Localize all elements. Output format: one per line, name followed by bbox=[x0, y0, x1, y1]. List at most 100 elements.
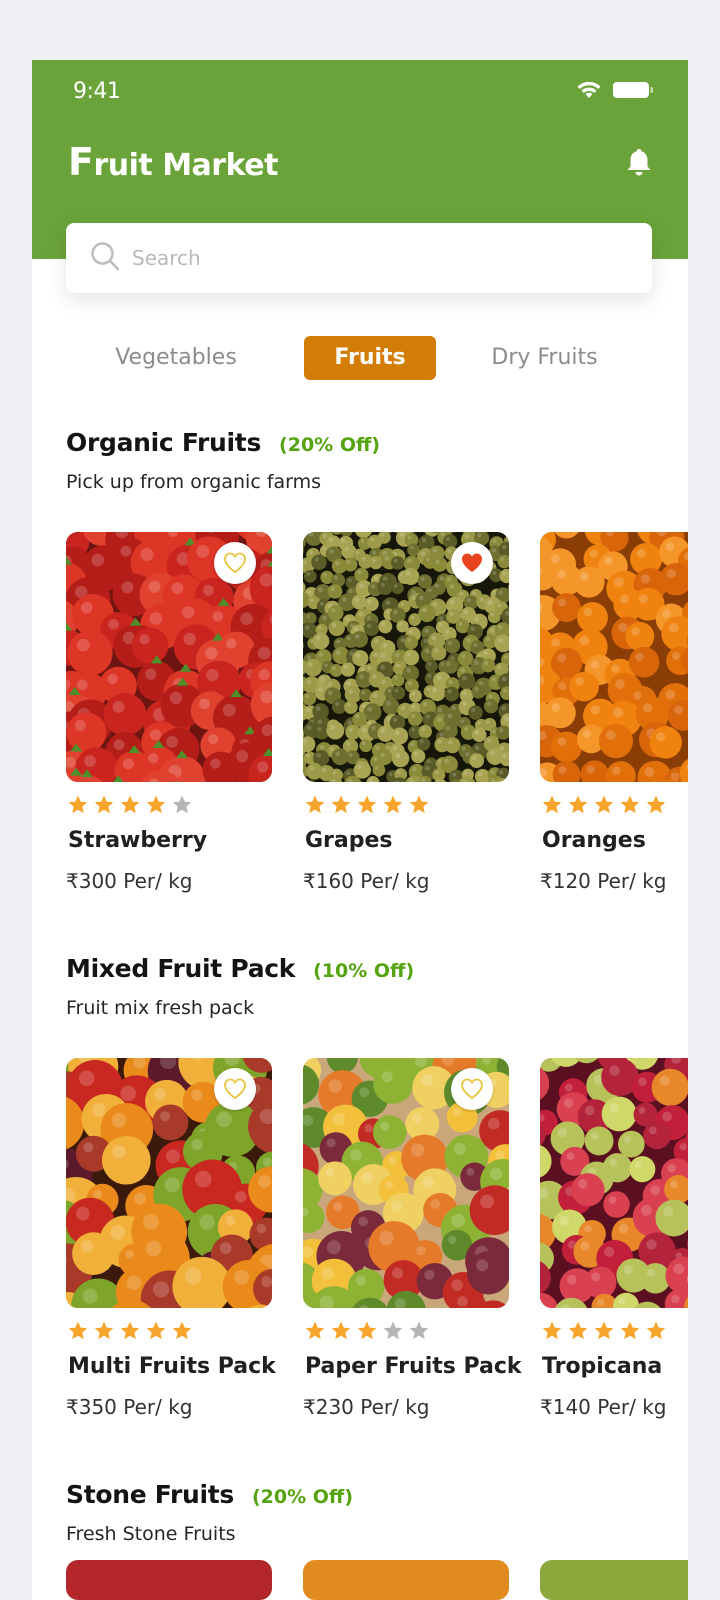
tab-dry-fruits[interactable]: Dry Fruits bbox=[462, 336, 627, 380]
search-input[interactable] bbox=[132, 246, 612, 270]
section-title-row: Organic Fruits (20% Off) bbox=[66, 428, 688, 457]
favorite-heart-icon[interactable] bbox=[214, 542, 256, 584]
notification-bell-icon[interactable] bbox=[626, 147, 652, 181]
star-icon bbox=[331, 795, 351, 814]
star-icon bbox=[409, 1321, 429, 1340]
product-image-peek[interactable] bbox=[540, 1560, 688, 1600]
star-icon bbox=[383, 795, 403, 814]
product-carousel-organic[interactable]: Strawberry ₹300 Per/ kg Grapes ₹160 Per/… bbox=[32, 532, 688, 912]
favorite-heart-icon[interactable] bbox=[451, 1068, 493, 1110]
product-price: ₹160 Per/ kg bbox=[303, 869, 430, 893]
section-organic-fruits: Organic Fruits (20% Off) Pick up from or… bbox=[66, 428, 688, 493]
product-carousel-stone[interactable] bbox=[32, 1560, 688, 1600]
section-title-row: Stone Fruits (20% Off) bbox=[66, 1480, 688, 1509]
app-title-initial: F bbox=[68, 140, 94, 184]
rating-stars bbox=[303, 794, 509, 818]
product-image-paper-fruits[interactable] bbox=[303, 1058, 509, 1308]
product-card-oranges[interactable]: Oranges ₹120 Per/ kg bbox=[540, 532, 688, 893]
product-name: Strawberry bbox=[68, 828, 208, 853]
section-title: Mixed Fruit Pack bbox=[66, 954, 296, 983]
rating-stars bbox=[540, 794, 688, 818]
star-icon bbox=[542, 795, 562, 814]
product-card-grapes[interactable]: Grapes ₹160 Per/ kg bbox=[303, 532, 509, 893]
star-icon bbox=[383, 1321, 403, 1340]
product-image-oranges[interactable] bbox=[540, 532, 688, 782]
product-image-grapes[interactable] bbox=[303, 532, 509, 782]
product-name: Tropicana bbox=[542, 1354, 663, 1379]
star-icon bbox=[357, 795, 377, 814]
star-icon bbox=[305, 1321, 325, 1340]
favorite-heart-icon[interactable] bbox=[451, 542, 493, 584]
status-icons bbox=[576, 80, 654, 100]
section-subtitle: Fresh Stone Fruits bbox=[66, 1523, 236, 1545]
star-icon bbox=[568, 1321, 588, 1340]
section-title: Organic Fruits bbox=[66, 428, 262, 457]
section-subtitle: Pick up from organic farms bbox=[66, 471, 322, 493]
tab-vegetables[interactable]: Vegetables bbox=[76, 336, 276, 380]
rating-stars bbox=[66, 1320, 272, 1344]
product-card-paper-fruits-pack[interactable]: Paper Fruits Pack ₹230 Per/ kg bbox=[303, 1058, 522, 1419]
product-card-multi-fruits-pack[interactable]: Multi Fruits Pack ₹350 Per/ kg bbox=[66, 1058, 276, 1419]
product-price: ₹140 Per/ kg bbox=[540, 1395, 667, 1419]
star-icon bbox=[357, 1321, 377, 1340]
star-icon bbox=[146, 795, 166, 814]
product-image-peek[interactable] bbox=[66, 1560, 272, 1600]
rating-stars bbox=[66, 794, 272, 818]
product-card-strawberry[interactable]: Strawberry ₹300 Per/ kg bbox=[66, 532, 272, 893]
section-title: Stone Fruits bbox=[66, 1480, 234, 1509]
product-image-tropicana[interactable] bbox=[540, 1058, 688, 1308]
app-screen: 9:41 Fruit Market Search Vegetables Frui… bbox=[32, 60, 688, 1600]
battery-icon bbox=[612, 80, 654, 100]
star-icon bbox=[305, 795, 325, 814]
star-icon bbox=[568, 795, 588, 814]
app-title: Fruit Market bbox=[68, 140, 278, 184]
star-icon bbox=[68, 1321, 88, 1340]
oranges-image bbox=[540, 532, 688, 782]
product-image-peek[interactable] bbox=[303, 1560, 509, 1600]
star-icon bbox=[94, 795, 114, 814]
rating-stars bbox=[303, 1320, 509, 1344]
product-name: Oranges bbox=[542, 828, 646, 853]
discount-badge: (20% Off) bbox=[279, 434, 381, 456]
star-icon bbox=[94, 1321, 114, 1340]
product-image-strawberry[interactable] bbox=[66, 532, 272, 782]
product-name: Paper Fruits Pack bbox=[305, 1354, 522, 1379]
search-bar[interactable] bbox=[66, 223, 652, 293]
star-icon bbox=[146, 1321, 166, 1340]
status-time: 9:41 bbox=[73, 79, 121, 104]
star-icon bbox=[68, 795, 88, 814]
tropical-mix-image bbox=[540, 1058, 688, 1308]
star-icon bbox=[120, 1321, 140, 1340]
section-stone-fruits: Stone Fruits (20% Off) Fresh Stone Fruit… bbox=[66, 1480, 688, 1545]
product-card-tropicana[interactable]: Tropicana ₹140 Per/ kg bbox=[540, 1058, 688, 1419]
wifi-icon bbox=[576, 80, 602, 100]
star-icon bbox=[409, 795, 429, 814]
star-icon bbox=[620, 795, 640, 814]
product-price: ₹300 Per/ kg bbox=[66, 869, 193, 893]
product-price: ₹230 Per/ kg bbox=[303, 1395, 430, 1419]
discount-badge: (10% Off) bbox=[313, 960, 415, 982]
product-name: Multi Fruits Pack bbox=[68, 1354, 276, 1379]
product-name: Grapes bbox=[305, 828, 393, 853]
star-icon bbox=[172, 1321, 192, 1340]
tab-fruits[interactable]: Fruits bbox=[304, 336, 436, 380]
product-card-peek[interactable] bbox=[303, 1560, 509, 1600]
star-icon bbox=[542, 1321, 562, 1340]
section-subtitle: Fruit mix fresh pack bbox=[66, 997, 255, 1019]
star-icon bbox=[120, 795, 140, 814]
product-price: ₹350 Per/ kg bbox=[66, 1395, 193, 1419]
star-icon bbox=[646, 795, 666, 814]
section-title-row: Mixed Fruit Pack (10% Off) bbox=[66, 954, 688, 983]
product-card-peek[interactable] bbox=[66, 1560, 272, 1600]
search-icon bbox=[88, 239, 122, 277]
app-title-rest: ruit Market bbox=[93, 148, 278, 183]
product-carousel-mixed[interactable]: Multi Fruits Pack ₹350 Per/ kg Paper Fru… bbox=[32, 1058, 688, 1438]
product-card-peek[interactable] bbox=[540, 1560, 688, 1600]
product-image-multi-fruits[interactable] bbox=[66, 1058, 272, 1308]
star-icon bbox=[620, 1321, 640, 1340]
favorite-heart-icon[interactable] bbox=[214, 1068, 256, 1110]
category-tabs: Vegetables Fruits Dry Fruits bbox=[32, 336, 688, 380]
star-icon bbox=[646, 1321, 666, 1340]
rating-stars bbox=[540, 1320, 688, 1344]
section-mixed-fruit-pack: Mixed Fruit Pack (10% Off) Fruit mix fre… bbox=[66, 954, 688, 1019]
